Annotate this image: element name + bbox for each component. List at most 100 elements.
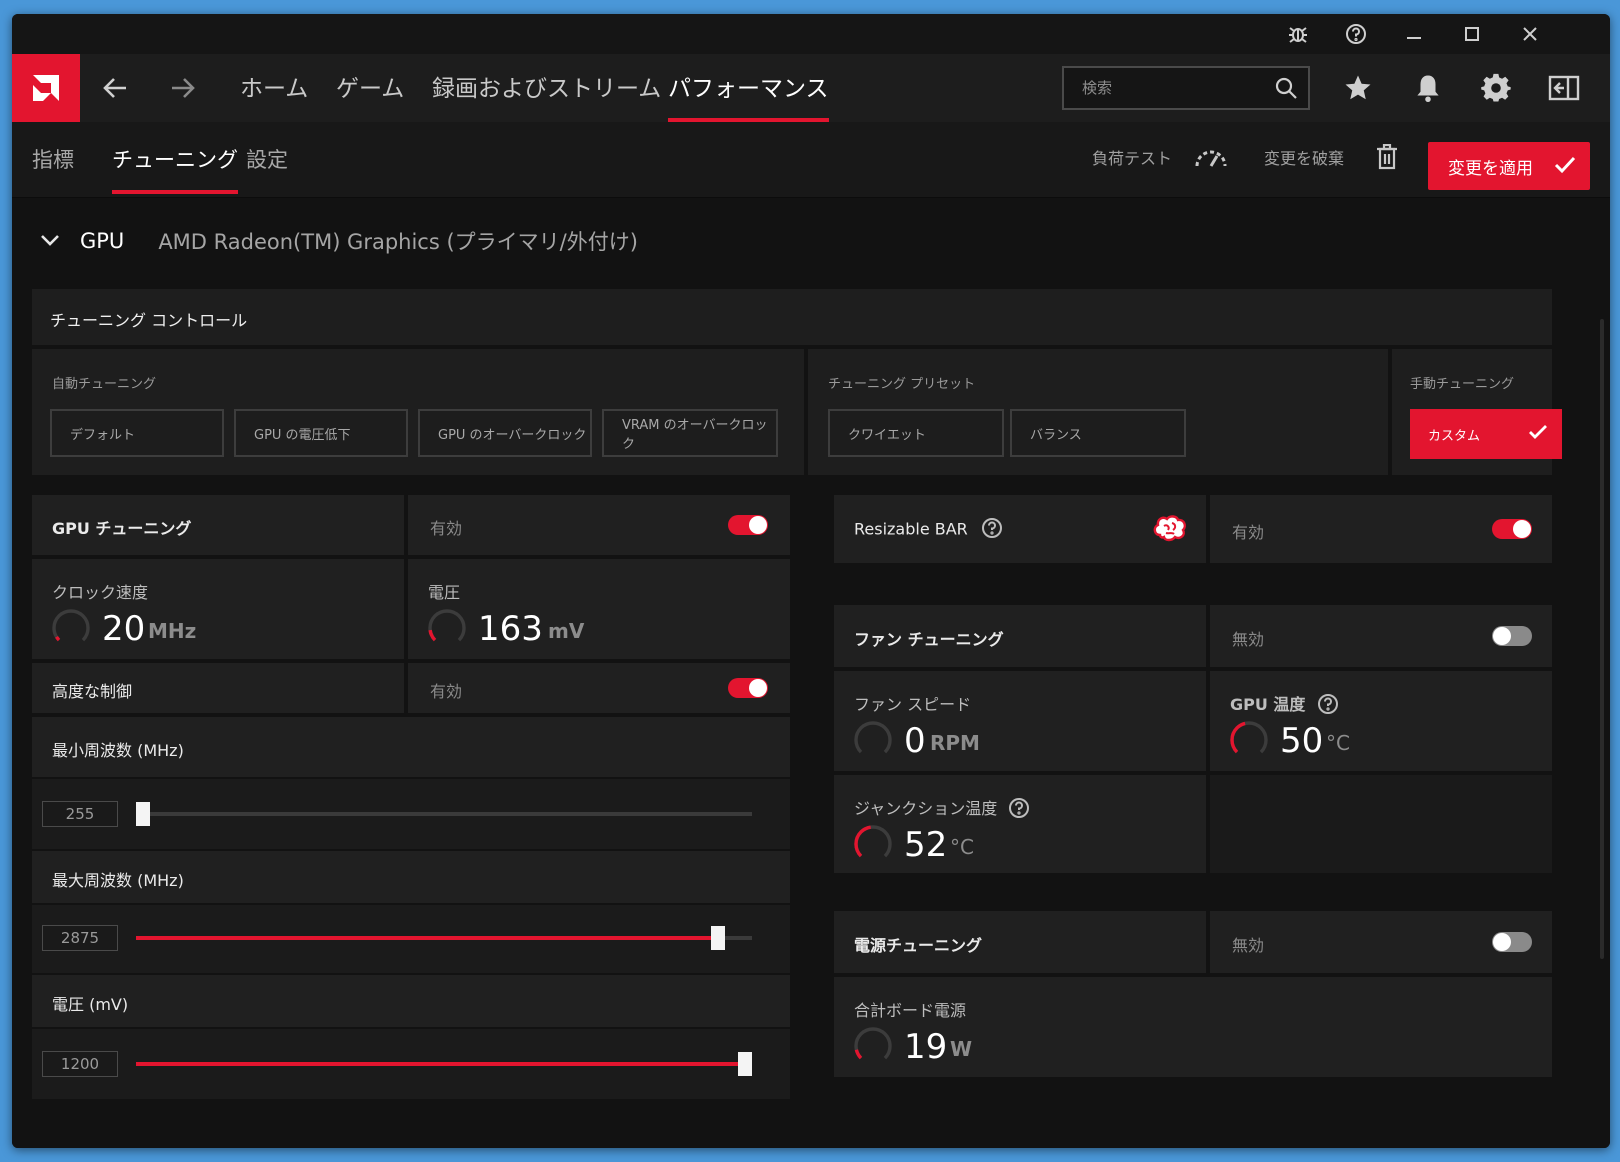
stress-test-label: 負荷テスト (1092, 149, 1173, 168)
nav-performance[interactable]: パフォーマンス (668, 54, 829, 122)
gpu-tuning-header: GPU チューニング (32, 495, 404, 555)
max-frequency-thumb[interactable] (711, 926, 726, 950)
bug-report-icon[interactable] (1278, 20, 1318, 48)
help-circle-icon[interactable] (981, 517, 1003, 543)
preset-gpu-overclock-button[interactable]: GPU のオーバークロック (418, 409, 592, 457)
max-frequency-slider[interactable] (136, 926, 752, 950)
max-frequency-input[interactable]: 2875 (42, 925, 118, 951)
tuning-preset-panel: チューニング プリセット クワイエット バランス (808, 349, 1388, 475)
voltage-input[interactable]: 1200 (42, 1051, 118, 1077)
fan-tuning-title: ファン チューニング (854, 630, 1004, 649)
voltage-slider[interactable] (136, 1052, 752, 1076)
voltage-thumb[interactable] (738, 1052, 752, 1076)
notifications-bell-icon[interactable] (1409, 70, 1447, 106)
tuning-content: GPU AMD Radeon(TM) Graphics (プライマリ/外付け) … (12, 199, 1610, 1148)
resizable-bar-state: 有効 (1232, 523, 1265, 542)
min-frequency-input[interactable]: 255 (42, 801, 118, 827)
checkmark-icon (1554, 155, 1576, 180)
stress-test-button[interactable]: 負荷テスト (1092, 144, 1227, 174)
resizable-bar-header: Resizable BAR (834, 495, 1206, 563)
discard-changes-button[interactable]: 変更を破棄 (1264, 143, 1397, 174)
help-circle-icon[interactable] (1317, 693, 1339, 719)
min-frequency-header: 最小周波数 (MHz) (32, 717, 790, 777)
chevron-down-icon[interactable] (40, 232, 60, 251)
board-power-metric: 合計ボード電源 19 W (834, 977, 1552, 1077)
min-frequency-row: 255 (32, 779, 790, 849)
speedometer-icon (1194, 144, 1228, 180)
max-frequency-fill (136, 936, 712, 940)
settings-gear-icon[interactable] (1477, 70, 1515, 106)
auto-tuning-label: 自動チューニング (52, 377, 157, 392)
favorites-star-icon[interactable] (1339, 70, 1377, 106)
board-power-label: 合計ボード電源 (854, 1001, 967, 1020)
custom-tuning-button[interactable]: カスタム (1410, 409, 1562, 459)
voltage-slider-label: 電圧 (mV) (52, 995, 129, 1014)
voltage-value: 163 (478, 609, 543, 649)
gpu-section-header[interactable]: GPU AMD Radeon(TM) Graphics (プライマリ/外付け) (40, 221, 638, 261)
preset-undervolt-button[interactable]: GPU の電圧低下 (234, 409, 408, 457)
gpu-temperature-unit: °C (1326, 731, 1350, 755)
gpu-temperature-gauge (1230, 721, 1268, 759)
junction-temperature-unit: °C (950, 835, 974, 859)
fan-tuning-state-cell: 無効 (1210, 605, 1552, 667)
search-input[interactable] (1064, 79, 1254, 97)
help-icon[interactable] (1336, 20, 1376, 48)
voltage-gauge (428, 609, 466, 647)
fan-speed-unit: RPM (930, 731, 980, 755)
resizable-bar-state-cell: 有効 (1210, 495, 1552, 563)
voltage-label: 電圧 (428, 583, 461, 602)
discard-changes-label: 変更を破棄 (1264, 149, 1345, 168)
fan-tuning-header: ファン チューニング (834, 605, 1206, 667)
preset-vram-overclock-button[interactable]: VRAM のオーバークロック (602, 409, 778, 457)
sub-nav: 指標 チューニング 設定 負荷テスト 変更を破棄 変更を適用 (12, 122, 1610, 198)
gpu-tuning-toggle[interactable] (728, 515, 768, 535)
app-window: ホーム ゲーム 録画およびストリーム パフォーマンス 指標 チューニング 設定 … (12, 14, 1610, 1148)
checkmark-icon (1528, 423, 1548, 445)
tuning-control-header: チューニング コントロール (32, 289, 1552, 345)
gpu-label: GPU (80, 229, 125, 253)
help-circle-icon[interactable] (1008, 797, 1030, 823)
preset-quiet-button[interactable]: クワイエット (828, 409, 1004, 457)
preset-balanced-button[interactable]: バランス (1010, 409, 1186, 457)
nav-record-stream[interactable]: 録画およびストリーム (432, 54, 661, 122)
tab-settings[interactable]: 設定 (246, 122, 288, 194)
minimize-icon[interactable] (1394, 20, 1434, 48)
min-frequency-slider[interactable] (136, 802, 752, 826)
power-tuning-state: 無効 (1232, 936, 1265, 955)
clock-speed-gauge (52, 609, 90, 647)
close-icon[interactable] (1510, 20, 1550, 48)
scrollbar[interactable] (1600, 319, 1604, 959)
advanced-control-toggle[interactable] (728, 678, 768, 698)
fan-speed-label: ファン スピード (854, 695, 972, 714)
min-frequency-thumb[interactable] (136, 802, 150, 826)
fan-speed-metric: ファン スピード 0 RPM (834, 671, 1206, 771)
clock-speed-label: クロック速度 (52, 583, 149, 602)
advanced-control-header: 高度な制御 (32, 663, 404, 713)
preset-default-button[interactable]: デフォルト (50, 409, 224, 457)
search-icon[interactable] (1274, 76, 1298, 104)
tab-metrics[interactable]: 指標 (32, 122, 74, 194)
maximize-icon[interactable] (1452, 20, 1492, 48)
gpu-tuning-state-cell: 有効 (408, 495, 790, 555)
power-tuning-toggle[interactable] (1492, 932, 1532, 952)
sidebar-toggle-icon[interactable] (1545, 70, 1583, 106)
amd-logo-icon[interactable] (12, 54, 80, 122)
fan-tuning-state: 無効 (1232, 630, 1265, 649)
tab-tuning[interactable]: チューニング (112, 122, 238, 194)
voltage-slider-row: 1200 (32, 1029, 790, 1099)
voltage-fill (136, 1062, 738, 1066)
junction-temperature-gauge (854, 825, 892, 863)
gpu-name: AMD Radeon(TM) Graphics (プライマリ/外付け) (158, 230, 638, 254)
gpu-temperature-label: GPU 温度 (1230, 695, 1306, 714)
nav-games[interactable]: ゲーム (336, 54, 404, 122)
custom-tuning-label: カスタム (1428, 428, 1481, 444)
voltage-metric: 電圧 163 mV (408, 559, 790, 659)
resizable-bar-toggle[interactable] (1492, 519, 1532, 539)
junction-temperature-label-wrap: ジャンクション温度 (854, 795, 1030, 823)
fan-tuning-toggle[interactable] (1492, 626, 1532, 646)
gpu-tuning-title: GPU チューニング (52, 519, 192, 538)
forward-arrow-icon[interactable] (168, 74, 198, 102)
nav-home[interactable]: ホーム (240, 54, 308, 122)
apply-changes-button[interactable]: 変更を適用 (1428, 142, 1590, 190)
back-arrow-icon[interactable] (100, 74, 130, 102)
